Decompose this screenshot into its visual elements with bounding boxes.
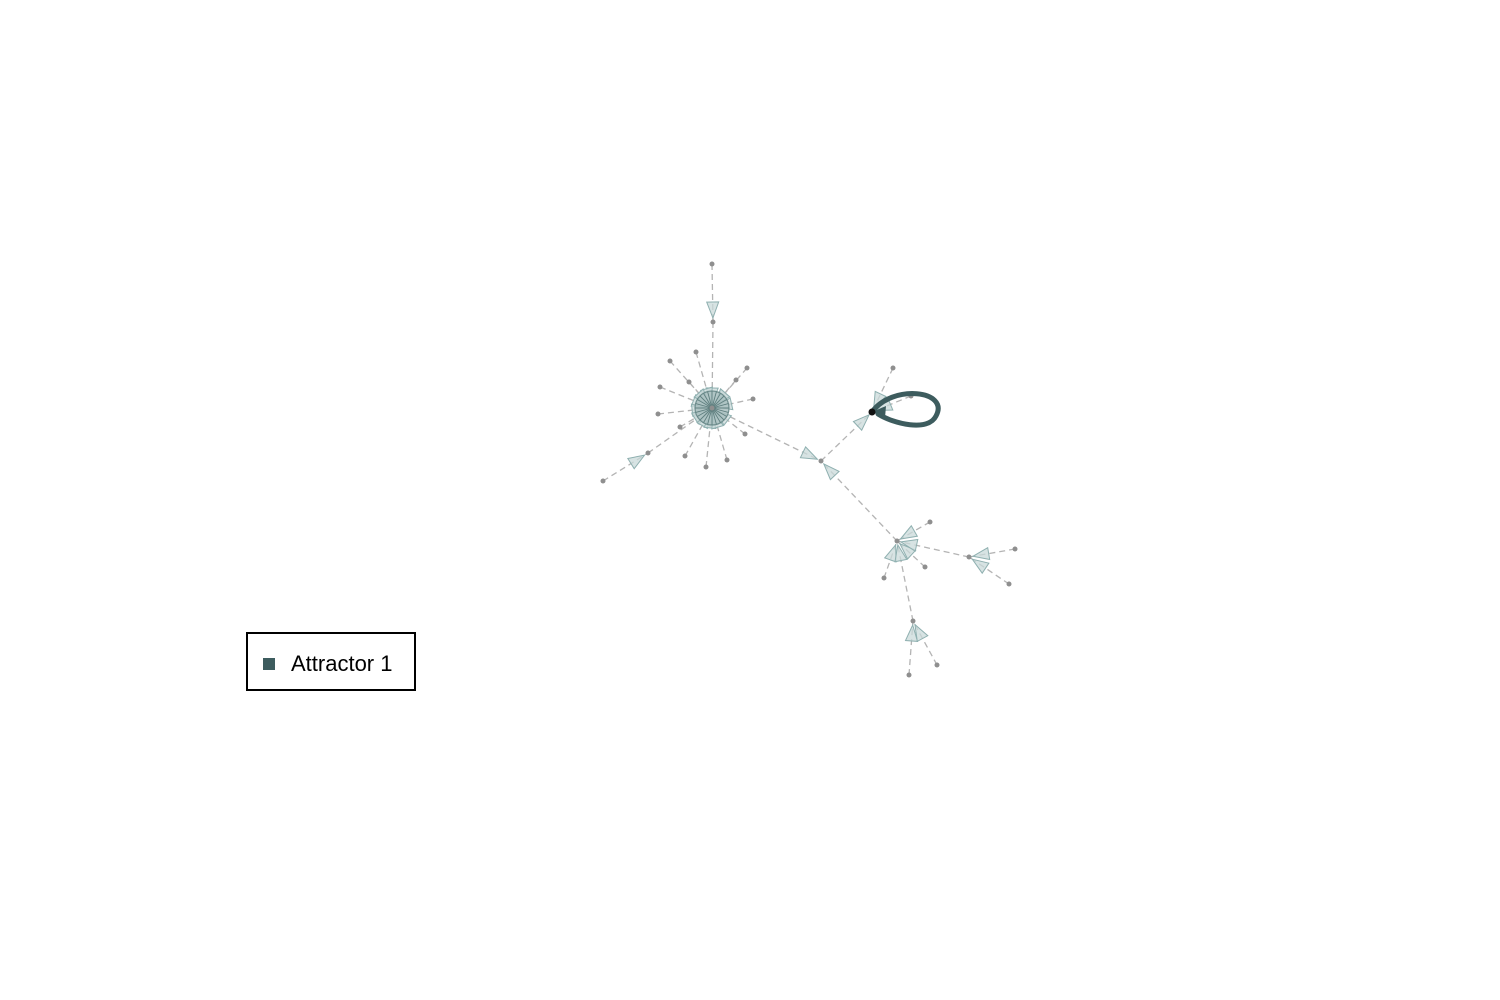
state-node-s7: [682, 453, 688, 459]
legend: Attractor 1: [246, 632, 416, 691]
state-node-F: [910, 618, 916, 624]
state-node-s10: [742, 431, 748, 437]
arrowhead-e2-E: [971, 558, 990, 575]
state-node-s3: [657, 384, 663, 390]
state-node-c1: [890, 365, 896, 371]
state-node-A: [709, 405, 715, 411]
arrowhead-f2-F: [914, 623, 929, 643]
state-node-f2: [934, 662, 940, 668]
state-node-a1: [709, 261, 715, 267]
state-node-d1: [927, 519, 933, 525]
transition-edges: [602, 263, 1016, 676]
state-node-s1: [667, 358, 673, 364]
arrowhead-d2-D: [883, 543, 897, 563]
state-node-D: [894, 538, 900, 544]
state-node-s9: [724, 457, 730, 463]
state-node-s5: [655, 411, 661, 417]
arrowhead-B-C: [852, 413, 871, 432]
attractor-state-node: [868, 408, 876, 416]
state-node-B: [818, 458, 824, 464]
state-node-s4: [686, 379, 692, 385]
state-node-E: [966, 554, 972, 560]
legend-swatch-attractor-1: [263, 658, 275, 670]
state-node-s6: [677, 424, 683, 430]
state-node-e1: [1012, 546, 1018, 552]
state-node-s8: [703, 464, 709, 470]
state-node-a2: [710, 319, 716, 325]
state-node-s11: [750, 396, 756, 402]
state-transition-graph: [600, 261, 1018, 678]
state-node-d2: [881, 575, 887, 581]
state-node-s2: [693, 349, 699, 355]
arrowhead-a3-a4: [626, 454, 646, 470]
state-node-a4: [645, 450, 651, 456]
state-node-e2: [1006, 581, 1012, 587]
arrowhead-a1-a2: [705, 301, 720, 320]
legend-label-attractor-1: Attractor 1: [291, 651, 393, 676]
arrowhead-D-B: [822, 462, 840, 481]
arrowhead-e1-E: [971, 546, 991, 561]
arrowhead-d1-D: [899, 524, 919, 540]
state-node-d3: [922, 564, 928, 570]
state-node-a3: [600, 478, 606, 484]
state-node-f1: [906, 672, 912, 678]
state-node-s12: [733, 377, 739, 383]
arrowhead-A-B: [799, 446, 819, 460]
transition-arrowheads: [626, 301, 991, 643]
state-nodes: [600, 261, 1018, 678]
state-node-s13: [744, 365, 750, 371]
